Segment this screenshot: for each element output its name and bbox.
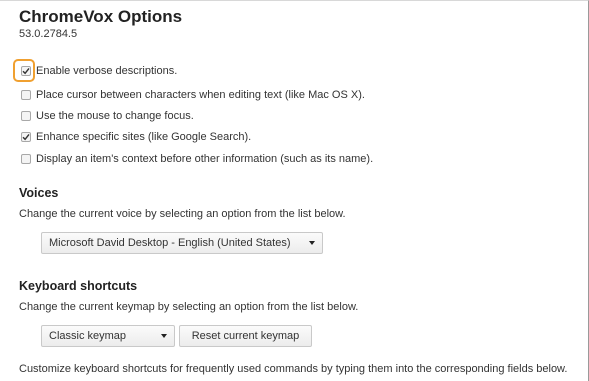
option-context-first[interactable]: Display an item's context before other i… [21, 152, 373, 166]
voices-heading: Voices [19, 186, 59, 200]
options-page: ChromeVox Options 53.0.2784.5 Enable ver… [0, 0, 589, 381]
checkbox-enhance-sites[interactable] [21, 132, 31, 142]
checkbox-mouse-focus[interactable] [21, 111, 31, 121]
keymap-select[interactable]: Classic keymap [41, 325, 175, 347]
voices-description: Change the current voice by selecting an… [19, 208, 346, 220]
version-label: 53.0.2784.5 [19, 28, 78, 40]
voice-select-value: Microsoft David Desktop - English (Unite… [49, 237, 291, 249]
option-label: Use the mouse to change focus. [36, 110, 194, 122]
reset-keymap-button[interactable]: Reset current keymap [179, 325, 312, 347]
checkbox-context-first[interactable] [21, 154, 31, 164]
focus-ring-highlight [13, 59, 35, 82]
option-enhance-sites[interactable]: Enhance specific sites (like Google Sear… [21, 130, 251, 144]
page-title: ChromeVox Options [19, 7, 183, 26]
option-label: Display an item's context before other i… [36, 153, 374, 165]
keymap-select-value: Classic keymap [49, 330, 127, 342]
keyboard-description: Change the current keymap by selecting a… [19, 301, 359, 313]
chevron-down-icon [161, 334, 167, 338]
option-verbose-descriptions[interactable]: Enable verbose descriptions. [21, 64, 177, 78]
chevron-down-icon [309, 241, 315, 245]
option-place-cursor[interactable]: Place cursor between characters when edi… [21, 88, 365, 102]
option-mouse-focus[interactable]: Use the mouse to change focus. [21, 109, 194, 123]
option-label: Enable verbose descriptions. [36, 65, 178, 77]
customize-shortcuts-text: Customize keyboard shortcuts for frequen… [19, 363, 568, 375]
option-label: Enhance specific sites (like Google Sear… [36, 131, 252, 143]
keyboard-heading: Keyboard shortcuts [19, 279, 138, 293]
check-icon [22, 133, 30, 141]
checkbox-place-cursor[interactable] [21, 90, 31, 100]
option-label: Place cursor between characters when edi… [36, 89, 365, 101]
voice-select[interactable]: Microsoft David Desktop - English (Unite… [41, 232, 323, 254]
